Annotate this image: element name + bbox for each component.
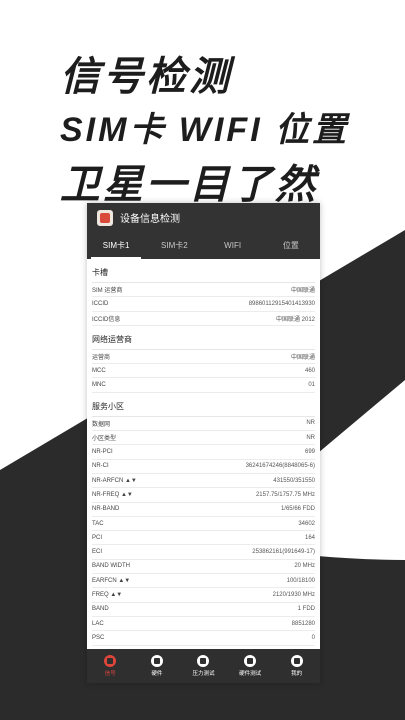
row-value: 01 [308, 382, 315, 389]
row-value: 1 FDD [297, 606, 315, 613]
row-value: 34602 [298, 520, 315, 527]
row-label: LAC [92, 620, 104, 627]
row-label: 小区类型 [92, 436, 117, 443]
row-label: MCC [92, 367, 106, 374]
nav-item-4[interactable]: 我的 [273, 649, 320, 683]
row-label: NR-ARFCN ▲▼ [92, 477, 137, 484]
row-value: 中国联通 2012 [275, 316, 315, 323]
row-label: SIM 运营商 [92, 288, 123, 295]
info-row: LAC 8851280 [92, 617, 315, 632]
info-row: NR-CI 36241674246(8848065-6) [92, 460, 315, 474]
tab-bar: SIM卡1 SIM卡2 WIFI 位置 [87, 232, 320, 259]
row-value: 100/18100 [286, 577, 315, 584]
row-label: MNC [92, 382, 106, 389]
nav-icon [290, 655, 303, 667]
row-value: 0 [311, 634, 315, 641]
row-value: 20 MHz [294, 563, 315, 570]
nav-label: 硬件测试 [239, 671, 262, 677]
tab-0[interactable]: SIM卡1 [87, 232, 145, 259]
tab-1[interactable]: SIM卡2 [145, 232, 203, 259]
info-row: BAND 1 FDD [92, 603, 315, 617]
row-value: 36241674246(8848065-6) [245, 463, 315, 470]
nav-label: 信号 [104, 671, 116, 677]
row-value: 2120/1930 MHz [272, 591, 315, 598]
info-row: PSC 0 [92, 631, 315, 646]
nav-item-1[interactable]: 硬件 [134, 649, 181, 683]
info-row: ECI 253862161(991649-17) [92, 545, 315, 560]
nav-icon [197, 655, 210, 667]
nav-item-0[interactable]: 信号 [87, 649, 134, 683]
row-label: ICCID [92, 300, 109, 307]
promo-heading: 信号检测 [60, 55, 232, 99]
row-value: 164 [304, 534, 315, 541]
app-logo-icon [97, 209, 113, 226]
row-label: ECI [92, 549, 103, 556]
info-row: 数据网 NR [92, 417, 315, 432]
info-row: MNC 01 [92, 378, 315, 393]
row-label: EARFCN ▲▼ [92, 577, 131, 584]
nav-label: 硬件 [151, 671, 163, 677]
info-row: NR-PCI 699 [92, 445, 315, 460]
row-label: PSC [92, 634, 105, 641]
info-row: SIM 运营商 中国联通 [92, 283, 315, 298]
row-label: 数据网 [92, 421, 111, 428]
nav-item-2[interactable]: 压力测试 [180, 649, 227, 683]
row-value: 中国联通 [290, 355, 315, 362]
row-value: 431550/351550 [273, 477, 315, 484]
info-row: EARFCN ▲▼ 100/18100 [92, 574, 315, 589]
row-value: 中国联通 [290, 288, 315, 295]
tab-3[interactable]: 位置 [262, 232, 320, 259]
section-title: 网络运营商 [92, 326, 315, 350]
row-label: FREQ ▲▼ [92, 591, 123, 598]
row-label: BAND [92, 606, 109, 613]
nav-icon [150, 655, 163, 667]
info-row: 小区类型 NR [92, 431, 315, 446]
row-value: 253862161(991649-17) [252, 549, 315, 556]
row-value: 8851280 [291, 620, 315, 627]
info-row: FREQ ▲▼ 2120/1930 MHz [92, 588, 315, 603]
row-label: 运营商 [92, 355, 111, 362]
row-label: NR-CI [92, 463, 109, 470]
row-value: 89860112915401413930 [248, 300, 315, 307]
info-row: NR-ARFCN ▲▼ 431550/351550 [92, 474, 315, 489]
section-title: 服务小区 [92, 393, 315, 417]
info-row: TAC 34602 [92, 517, 315, 532]
nav-label: 我的 [291, 671, 303, 677]
row-label: NR-FREQ ▲▼ [92, 491, 133, 498]
app-bar: 设备信息检测 [87, 203, 320, 232]
nav-icon [104, 655, 117, 667]
info-list: 卡槽 SIM 运营商 中国联通 ICCID 89860112915401413930 IC… [87, 259, 320, 649]
section-title: 卡槽 [92, 259, 315, 283]
phone-screenshot: 设备信息检测 SIM卡1 SIM卡2 WIFI 位置 卡槽 SIM 运营商 中国联通 ICC… [87, 203, 320, 683]
nav-icon [244, 655, 257, 667]
row-value: NR [306, 434, 315, 441]
info-row: MCC 460 [92, 364, 315, 379]
tab-2[interactable]: WIFI [204, 232, 262, 259]
info-row: BAND WIDTH 20 MHz [92, 560, 315, 575]
row-value: 460 [304, 367, 315, 374]
row-label: NR-BAND [92, 506, 120, 513]
promo-tagline: 卫星一目了然 [60, 163, 318, 207]
promo-subheading: SIM卡 WIFI 位置 [60, 111, 350, 149]
row-value: NR [306, 420, 315, 427]
app-title: 设备信息检测 [120, 214, 180, 225]
row-value: 1/65/66 FDD [280, 506, 315, 513]
row-label: ICCID信息 [92, 316, 121, 323]
info-row: 运营商 中国联通 [92, 350, 315, 365]
row-value: 2157.75/1757.75 MHz [255, 491, 315, 498]
row-label: TAC [92, 520, 104, 527]
info-row: PCI 164 [92, 531, 315, 546]
row-value: 699 [304, 449, 315, 456]
row-label: PCI [92, 534, 103, 541]
info-row: NR-FREQ ▲▼ 2157.75/1757.75 MHz [92, 488, 315, 503]
info-row: NR-BAND 1/65/66 FDD [92, 503, 315, 517]
bottom-navigation: 信号 硬件 压力测试 硬件测试 我的 [87, 649, 320, 683]
row-label: BAND WIDTH [92, 563, 130, 570]
info-row: ICCID 89860112915401413930 [92, 297, 315, 312]
info-row: ICCID信息 中国联通 2012 [92, 312, 315, 326]
row-label: NR-PCI [92, 449, 113, 456]
nav-label: 压力测试 [192, 671, 215, 677]
nav-item-3[interactable]: 硬件测试 [227, 649, 274, 683]
